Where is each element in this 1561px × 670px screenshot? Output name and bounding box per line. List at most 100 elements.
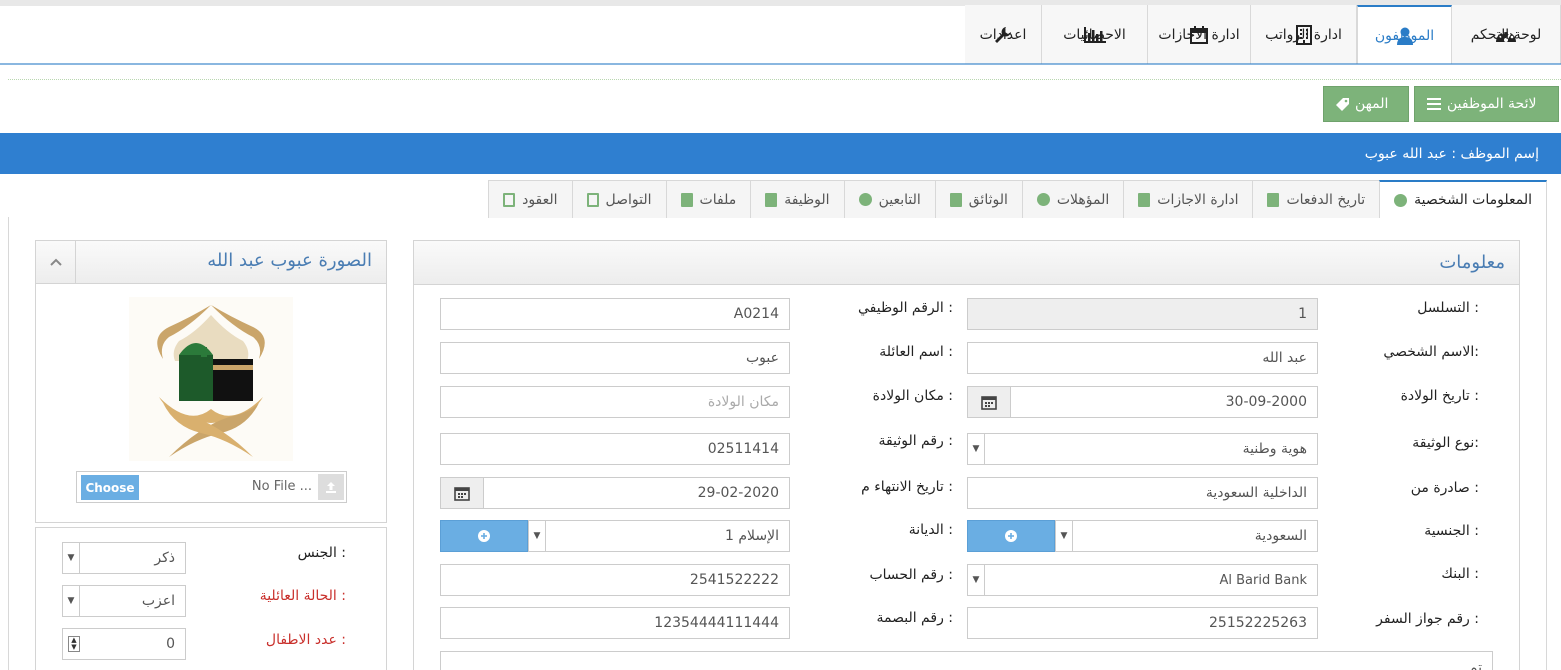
- bank-select[interactable]: Al Barid Bank: [984, 564, 1318, 596]
- tab-documents[interactable]: الوثائق: [934, 180, 1023, 218]
- serial-label: التسلسل :: [1417, 300, 1479, 316]
- photo-file-input[interactable]: Choose No File ...: [76, 471, 347, 503]
- family-name-field[interactable]: عبوب: [440, 342, 790, 374]
- gender-select[interactable]: ذكر: [79, 542, 186, 574]
- calendar-icon: [454, 487, 470, 501]
- file-icon: [949, 192, 962, 207]
- upload-button[interactable]: [318, 474, 344, 500]
- first-name-label: الاسم الشخصي:: [1383, 344, 1479, 360]
- tab-dependents-label: التابعين: [878, 191, 921, 208]
- nationality-dropdown-arrow[interactable]: ▼: [1055, 520, 1073, 552]
- jobs-label: المهن: [1355, 96, 1389, 112]
- nav-underline: [0, 63, 1561, 65]
- plus-circle-icon: [1005, 530, 1017, 542]
- doc-no-field[interactable]: 02511414: [440, 433, 790, 465]
- bank-label: البنك :: [1441, 566, 1479, 582]
- doc-type-dropdown-arrow[interactable]: ▼: [967, 433, 985, 465]
- nav-leaves[interactable]: ادارة الاجازات: [1148, 5, 1251, 64]
- calendar-icon: [981, 396, 997, 410]
- birth-date-field[interactable]: 30-09-2000: [1010, 386, 1318, 418]
- birth-date-label: تاريخ الولادة :: [1400, 388, 1479, 404]
- collapse-button[interactable]: [36, 241, 76, 283]
- tab-personal-info[interactable]: المعلومات الشخصية: [1379, 180, 1547, 218]
- choose-file-button[interactable]: Choose: [81, 475, 139, 500]
- doc-no-label: رقم الوثيقة :: [878, 433, 954, 449]
- birth-date-calendar-button[interactable]: [967, 386, 1011, 418]
- nav-settings[interactable]: اعدادات: [965, 5, 1042, 64]
- personal-status-panel: الجنس : ▼ ذكر الحالة العائلية : ▼ اعزب ع…: [35, 527, 387, 670]
- tab-files[interactable]: ملفات: [665, 180, 752, 218]
- expiry-label: تاريخ الانتهاء م :: [861, 479, 953, 495]
- religion-dropdown-arrow[interactable]: ▼: [528, 520, 546, 552]
- info-panel-title: معلومات: [1439, 252, 1505, 273]
- tab-files-label: ملفات: [699, 191, 737, 208]
- gender-dropdown-arrow[interactable]: ▼: [62, 542, 80, 574]
- religion-select[interactable]: الإسلام 1: [545, 520, 790, 552]
- expiry-calendar-button[interactable]: [440, 477, 484, 509]
- tab-qualifications-label: المؤهلات: [1056, 191, 1110, 208]
- tab-job-label: الوظيفة: [784, 191, 830, 208]
- employees-list-label: لائحة الموظفين: [1447, 96, 1537, 112]
- employee-banner: إسم الموظف : عبد الله عبوب: [0, 133, 1561, 174]
- nav-leaves-label: ادارة الاجازات: [1158, 26, 1240, 43]
- birth-place-label: مكان الولادة :: [872, 388, 953, 404]
- add-nationality-button[interactable]: [967, 520, 1055, 552]
- tab-documents-label: الوثائق: [968, 191, 1008, 208]
- nav-statistics[interactable]: الاحصائيات: [1042, 5, 1148, 64]
- nationality-label: الجنسية :: [1424, 523, 1479, 539]
- jobs-button[interactable]: المهن: [1323, 86, 1409, 122]
- account-label: رقم الحساب :: [869, 567, 953, 583]
- divider: [8, 79, 1561, 80]
- photo-panel-header: الصورة عبوب عبد الله: [36, 241, 386, 284]
- job-no-label: الرقم الوظيفي :: [857, 300, 953, 316]
- photo-panel-title: الصورة عبوب عبد الله: [207, 250, 372, 271]
- tab-contracts[interactable]: العقود: [488, 180, 573, 218]
- list-icon: [1427, 98, 1441, 110]
- family-name-label: اسم العائلة :: [879, 344, 953, 360]
- first-name-field[interactable]: عبد الله: [967, 342, 1318, 374]
- serial-field[interactable]: 1: [967, 298, 1318, 330]
- tab-dependents[interactable]: التابعين: [843, 180, 936, 218]
- chevron-up-icon: [49, 258, 62, 266]
- nav-statistics-label: الاحصائيات: [1063, 26, 1126, 43]
- doc-type-select[interactable]: هوية وطنية: [984, 433, 1318, 465]
- bank-dropdown-arrow[interactable]: ▼: [967, 564, 985, 596]
- nationality-select[interactable]: السعودية: [1072, 520, 1318, 552]
- account-field[interactable]: 2541522222: [440, 564, 790, 596]
- notes-field[interactable]: تم: [440, 651, 1493, 670]
- issued-from-field[interactable]: الداخلية السعودية: [967, 477, 1318, 509]
- religion-label: الديانة :: [908, 522, 953, 538]
- tab-qualifications[interactable]: المؤهلات: [1021, 180, 1125, 218]
- gender-label: الجنس :: [297, 545, 346, 561]
- calendar-icon: [1138, 192, 1151, 207]
- stepper-arrows-icon[interactable]: ▲ ▼: [68, 636, 80, 652]
- fingerprint-field[interactable]: 12354444111444: [440, 607, 790, 639]
- notes-field-text: تم: [1468, 660, 1482, 670]
- tab-payments-history[interactable]: تاريخ الدفعات: [1252, 180, 1381, 218]
- expiry-field[interactable]: 29-02-2020: [483, 477, 790, 509]
- marital-dropdown-arrow[interactable]: ▼: [62, 585, 80, 617]
- tab-leaves[interactable]: ادارة الاجازات: [1123, 180, 1254, 218]
- nav-employees[interactable]: الموظفون: [1357, 5, 1452, 64]
- tab-job[interactable]: الوظيفة: [750, 180, 845, 218]
- job-no-field[interactable]: A0214: [440, 298, 790, 330]
- file-icon: [680, 192, 693, 207]
- children-count-label: عدد الاطفال :: [265, 632, 346, 648]
- employees-list-button[interactable]: لائحة الموظفين: [1414, 86, 1559, 122]
- birth-place-field[interactable]: مكان الولادة: [440, 386, 790, 418]
- info-panel: معلومات التسلسل : الاسم الشخصي: تاريخ ال…: [413, 240, 1520, 670]
- copy-icon: [586, 192, 599, 207]
- mosque-logo-icon: [157, 305, 265, 457]
- nav-dashboard[interactable]: لوحة التحكم: [1452, 5, 1561, 64]
- marital-status-select[interactable]: اعزب: [79, 585, 186, 617]
- passport-field[interactable]: 25152225263: [967, 607, 1318, 639]
- issued-from-label: صادرة من :: [1410, 480, 1479, 496]
- add-religion-button[interactable]: [440, 520, 528, 552]
- doc-type-label: نوع الوثيقة:: [1412, 435, 1479, 451]
- nav-payroll-label: ادارة الرواتب: [1265, 26, 1342, 43]
- tab-leaves-label: ادارة الاجازات: [1157, 191, 1239, 208]
- marital-status-label: الحالة العائلية :: [259, 588, 346, 604]
- nav-payroll[interactable]: ادارة الرواتب: [1251, 5, 1357, 64]
- tab-contact[interactable]: التواصل: [571, 180, 667, 218]
- children-count-stepper[interactable]: 0: [62, 628, 186, 660]
